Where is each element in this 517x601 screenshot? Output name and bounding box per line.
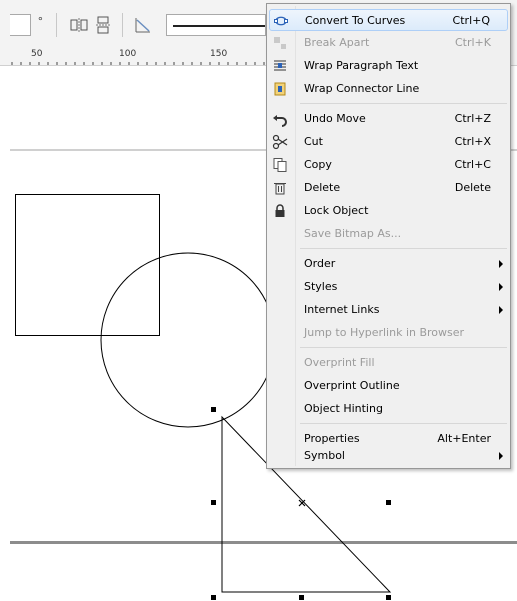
wrap-connector-line-icon (272, 81, 288, 97)
menu-separator (300, 347, 507, 348)
menu-item-shortcut: Ctrl+Z (454, 112, 491, 125)
wrap-paragraph-text-icon (272, 58, 288, 74)
selection-handle[interactable] (386, 500, 391, 505)
menu-item-label: Overprint Outline (304, 379, 400, 392)
menu-item-copy[interactable]: Copy Ctrl+C (269, 154, 508, 176)
menu-item-label: Break Apart (304, 36, 370, 49)
scissors-icon (272, 134, 288, 150)
line-start-arrow-icon[interactable] (132, 14, 154, 36)
outline-sample (173, 25, 265, 27)
menu-item-label: Order (304, 257, 336, 270)
menu-item-shortcut: Ctrl+Q (452, 14, 490, 27)
submenu-arrow-icon (499, 306, 503, 314)
menu-item-styles[interactable]: Styles (269, 276, 508, 298)
menu-item-delete[interactable]: Delete Delete (269, 177, 508, 199)
lock-icon (272, 203, 288, 219)
menu-item-convert-to-curves[interactable]: Convert To Curves Ctrl+Q (269, 9, 508, 31)
menu-item-order[interactable]: Order (269, 253, 508, 275)
rectangle-shape[interactable] (15, 194, 160, 336)
ruler-label-150: 150 (210, 49, 228, 59)
menu-item-label: Symbol (304, 449, 345, 462)
menu-item-label: Wrap Paragraph Text (304, 59, 419, 72)
menu-item-label: Overprint Fill (304, 356, 375, 369)
page-border-bottom (10, 541, 517, 544)
submenu-arrow-icon (499, 260, 503, 268)
menu-item-label: Cut (304, 135, 323, 148)
selection-handle[interactable] (211, 595, 216, 600)
menu-item-label: Object Hinting (304, 402, 383, 415)
menu-separator (300, 103, 507, 104)
circle-shape[interactable] (100, 252, 276, 428)
context-menu: Convert To Curves Ctrl+Q Break Apart Ctr… (266, 3, 511, 469)
menu-item-label: Wrap Connector Line (304, 82, 420, 95)
menu-item-label: Internet Links (304, 303, 380, 316)
menu-item-cut[interactable]: Cut Ctrl+X (269, 131, 508, 153)
ruler-label-50: 50 (31, 49, 43, 59)
menu-separator (300, 248, 507, 249)
selection-handle[interactable] (299, 595, 304, 600)
outline-width-select[interactable] (166, 14, 266, 36)
toolbar-divider (122, 13, 123, 37)
rotation-angle-input[interactable] (10, 14, 31, 36)
menu-item-wrap-connector-line[interactable]: Wrap Connector Line (269, 78, 508, 100)
menu-item-label: Jump to Hyperlink in Browser (304, 326, 465, 339)
undo-icon (272, 111, 288, 127)
menu-item-overprint-fill[interactable]: Overprint Fill (269, 352, 508, 374)
break-apart-icon (272, 35, 288, 51)
convert-to-curves-icon (273, 13, 289, 29)
menu-item-label: Lock Object (304, 204, 369, 217)
menu-item-label: Delete (304, 181, 341, 194)
menu-item-break-apart[interactable]: Break Apart Ctrl+K (269, 32, 508, 54)
menu-item-label: Properties (304, 432, 360, 445)
mirror-vertical-icon[interactable] (92, 14, 114, 36)
menu-item-undo-move[interactable]: Undo Move Ctrl+Z (269, 108, 508, 130)
menu-item-internet-links[interactable]: Internet Links (269, 299, 508, 321)
selection-handle[interactable] (211, 407, 216, 412)
toolbar-divider (56, 13, 57, 37)
trash-icon (272, 180, 288, 196)
menu-item-label: Undo Move (304, 112, 366, 125)
menu-item-shortcut: Ctrl+C (454, 158, 491, 171)
menu-separator (300, 423, 507, 424)
submenu-arrow-icon (499, 283, 503, 291)
menu-item-jump-to-hyperlink[interactable]: Jump to Hyperlink in Browser (269, 322, 508, 344)
menu-item-label: Convert To Curves (305, 14, 406, 27)
mirror-horizontal-icon[interactable] (68, 14, 90, 36)
menu-item-shortcut: Delete (454, 181, 491, 194)
copy-icon (272, 157, 288, 173)
menu-item-shortcut: Ctrl+K (454, 36, 491, 49)
submenu-arrow-icon (499, 452, 503, 460)
menu-item-shortcut: Alt+Enter (437, 432, 491, 445)
ruler-label-100: 100 (119, 49, 137, 59)
menu-item-object-hinting[interactable]: Object Hinting (269, 398, 508, 420)
menu-item-wrap-paragraph-text[interactable]: Wrap Paragraph Text (269, 55, 508, 77)
menu-item-label: Copy (304, 158, 332, 171)
menu-item-lock-object[interactable]: Lock Object (269, 200, 508, 222)
menu-item-overprint-outline[interactable]: Overprint Outline (269, 375, 508, 397)
degree-symbol: ° (38, 14, 43, 28)
selection-handle[interactable] (386, 595, 391, 600)
selection-handle[interactable] (211, 500, 216, 505)
menu-item-label: Styles (304, 280, 338, 293)
menu-item-shortcut: Ctrl+X (454, 135, 491, 148)
menu-item-label: Save Bitmap As... (304, 227, 402, 240)
menu-item-symbol[interactable]: Symbol (269, 445, 508, 467)
menu-item-save-bitmap-as[interactable]: Save Bitmap As... (269, 223, 508, 245)
